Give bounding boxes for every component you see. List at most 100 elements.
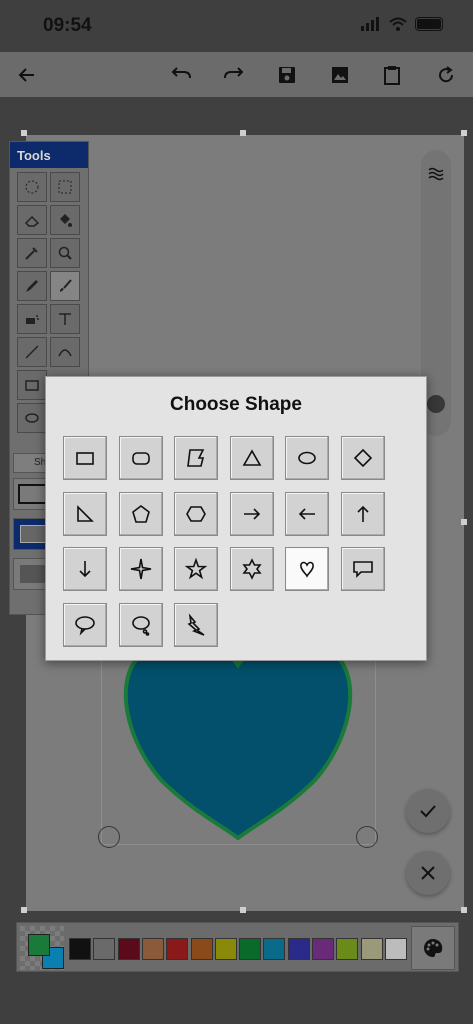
top-toolbar xyxy=(0,52,473,97)
rectangle-icon xyxy=(76,452,94,465)
five-point-star-icon xyxy=(184,557,208,580)
color-swatch[interactable] xyxy=(69,938,91,960)
color-swatch[interactable] xyxy=(93,938,116,960)
diamond-icon xyxy=(353,448,372,468)
canvas-handle[interactable] xyxy=(21,130,27,136)
color-swatch[interactable] xyxy=(287,938,310,960)
confirm-button[interactable] xyxy=(406,789,450,833)
battery-icon xyxy=(415,17,443,31)
ellipse-icon xyxy=(298,451,316,465)
shape-option-thought-bubble[interactable] xyxy=(118,602,163,647)
canvas-handle[interactable] xyxy=(240,907,246,913)
wifi-icon xyxy=(389,17,407,31)
color-swatch[interactable] xyxy=(141,938,164,960)
close-icon xyxy=(421,866,435,880)
color-swatch[interactable] xyxy=(263,938,286,960)
shape-option-rectangle[interactable] xyxy=(63,436,107,480)
check-icon xyxy=(420,805,436,818)
slider-knob[interactable] xyxy=(427,395,445,413)
color-swatch[interactable] xyxy=(190,938,213,960)
color-swatch[interactable] xyxy=(312,938,334,960)
heart-icon xyxy=(300,561,314,578)
right-triangle-icon xyxy=(77,504,94,522)
shape-option-speech-bubble-rect[interactable] xyxy=(340,547,385,591)
arrow-left-icon[interactable] xyxy=(12,60,42,90)
refresh-icon[interactable] xyxy=(431,60,461,90)
color-swatch[interactable] xyxy=(214,938,237,960)
arrow-left-icon xyxy=(298,507,315,520)
cancel-button[interactable] xyxy=(406,851,450,895)
shape-option-heart[interactable] xyxy=(285,547,329,591)
thought-bubble-icon xyxy=(131,615,150,636)
status-icons xyxy=(361,17,443,31)
canvas-handle[interactable] xyxy=(461,907,467,913)
shape-option-folded-corner[interactable] xyxy=(174,436,218,480)
pentagon-icon xyxy=(131,504,150,523)
heart-shape[interactable] xyxy=(101,640,376,840)
spray-icon[interactable] xyxy=(17,304,47,334)
eraser-icon[interactable] xyxy=(17,205,47,235)
zoom-icon[interactable] xyxy=(50,238,80,268)
color-swatch[interactable] xyxy=(239,938,262,960)
palette-icon[interactable] xyxy=(411,926,455,970)
folded-corner-icon xyxy=(187,449,205,467)
color-swatch[interactable] xyxy=(166,938,189,960)
shape-option-speech-bubble-oval[interactable] xyxy=(63,602,107,647)
six-point-star-icon xyxy=(241,558,262,580)
shape-option-diamond[interactable] xyxy=(340,436,385,480)
current-colors[interactable] xyxy=(20,926,64,970)
canvas-handle[interactable] xyxy=(21,907,27,913)
ellipse-tool-icon[interactable] xyxy=(17,403,47,433)
shape-option-lightning[interactable] xyxy=(174,602,218,647)
signal-icon xyxy=(361,17,379,31)
redo-icon[interactable] xyxy=(219,60,249,90)
shape-option-triangle[interactable] xyxy=(229,436,274,480)
rounded-rectangle-icon xyxy=(131,452,150,465)
save-icon[interactable] xyxy=(272,60,302,90)
shape-option-pentagon[interactable] xyxy=(118,491,163,536)
color-swatch[interactable] xyxy=(336,938,359,960)
color-swatch[interactable] xyxy=(384,938,407,960)
shape-option-arrow-right[interactable] xyxy=(229,491,274,536)
shape-option-hexagon[interactable] xyxy=(174,491,218,536)
canvas-handle[interactable] xyxy=(461,519,467,525)
shape-resize-handle[interactable] xyxy=(356,826,378,848)
text-icon[interactable] xyxy=(50,304,80,334)
rect-select-icon[interactable] xyxy=(50,172,80,202)
fill-bucket-icon[interactable] xyxy=(50,205,80,235)
rectangle-tool-icon[interactable] xyxy=(17,370,47,400)
color-palette-bar xyxy=(16,922,459,972)
clipboard-icon[interactable] xyxy=(377,60,407,90)
lasso-select-icon[interactable] xyxy=(17,172,47,202)
speech-bubble-oval-icon xyxy=(75,615,95,636)
status-bar: 09:54 xyxy=(0,0,473,52)
eyedropper-icon[interactable] xyxy=(17,238,47,268)
shape-option-arrow-down[interactable] xyxy=(63,547,107,591)
brush-icon[interactable] xyxy=(50,271,80,301)
line-icon[interactable] xyxy=(17,337,47,367)
undo-icon[interactable] xyxy=(166,60,196,90)
shape-option-ellipse[interactable] xyxy=(285,436,329,480)
shape-option-four-point-star[interactable] xyxy=(118,547,163,591)
arrow-down-icon xyxy=(79,561,91,578)
arrow-right-icon xyxy=(243,507,260,520)
shape-resize-handle[interactable] xyxy=(98,826,120,848)
arrow-up-icon xyxy=(356,505,369,522)
canvas-handle[interactable] xyxy=(240,130,246,136)
color-swatch[interactable] xyxy=(360,938,383,960)
image-icon[interactable] xyxy=(325,60,355,90)
choose-shape-dialog: Choose Shape xyxy=(45,376,427,661)
triangle-icon xyxy=(242,449,261,466)
pencil-icon[interactable] xyxy=(17,271,47,301)
shape-option-arrow-left[interactable] xyxy=(285,491,329,536)
lightning-icon xyxy=(187,612,205,636)
color-swatch[interactable] xyxy=(117,938,140,960)
shape-option-rounded-rectangle[interactable] xyxy=(118,436,163,480)
shape-option-arrow-up[interactable] xyxy=(340,491,385,536)
shape-option-five-point-star[interactable] xyxy=(174,547,218,591)
curve-icon[interactable] xyxy=(50,337,80,367)
primary-color[interactable] xyxy=(28,934,50,956)
shape-option-six-point-star[interactable] xyxy=(229,547,274,591)
shape-option-right-triangle[interactable] xyxy=(63,491,107,536)
canvas-handle[interactable] xyxy=(461,130,467,136)
